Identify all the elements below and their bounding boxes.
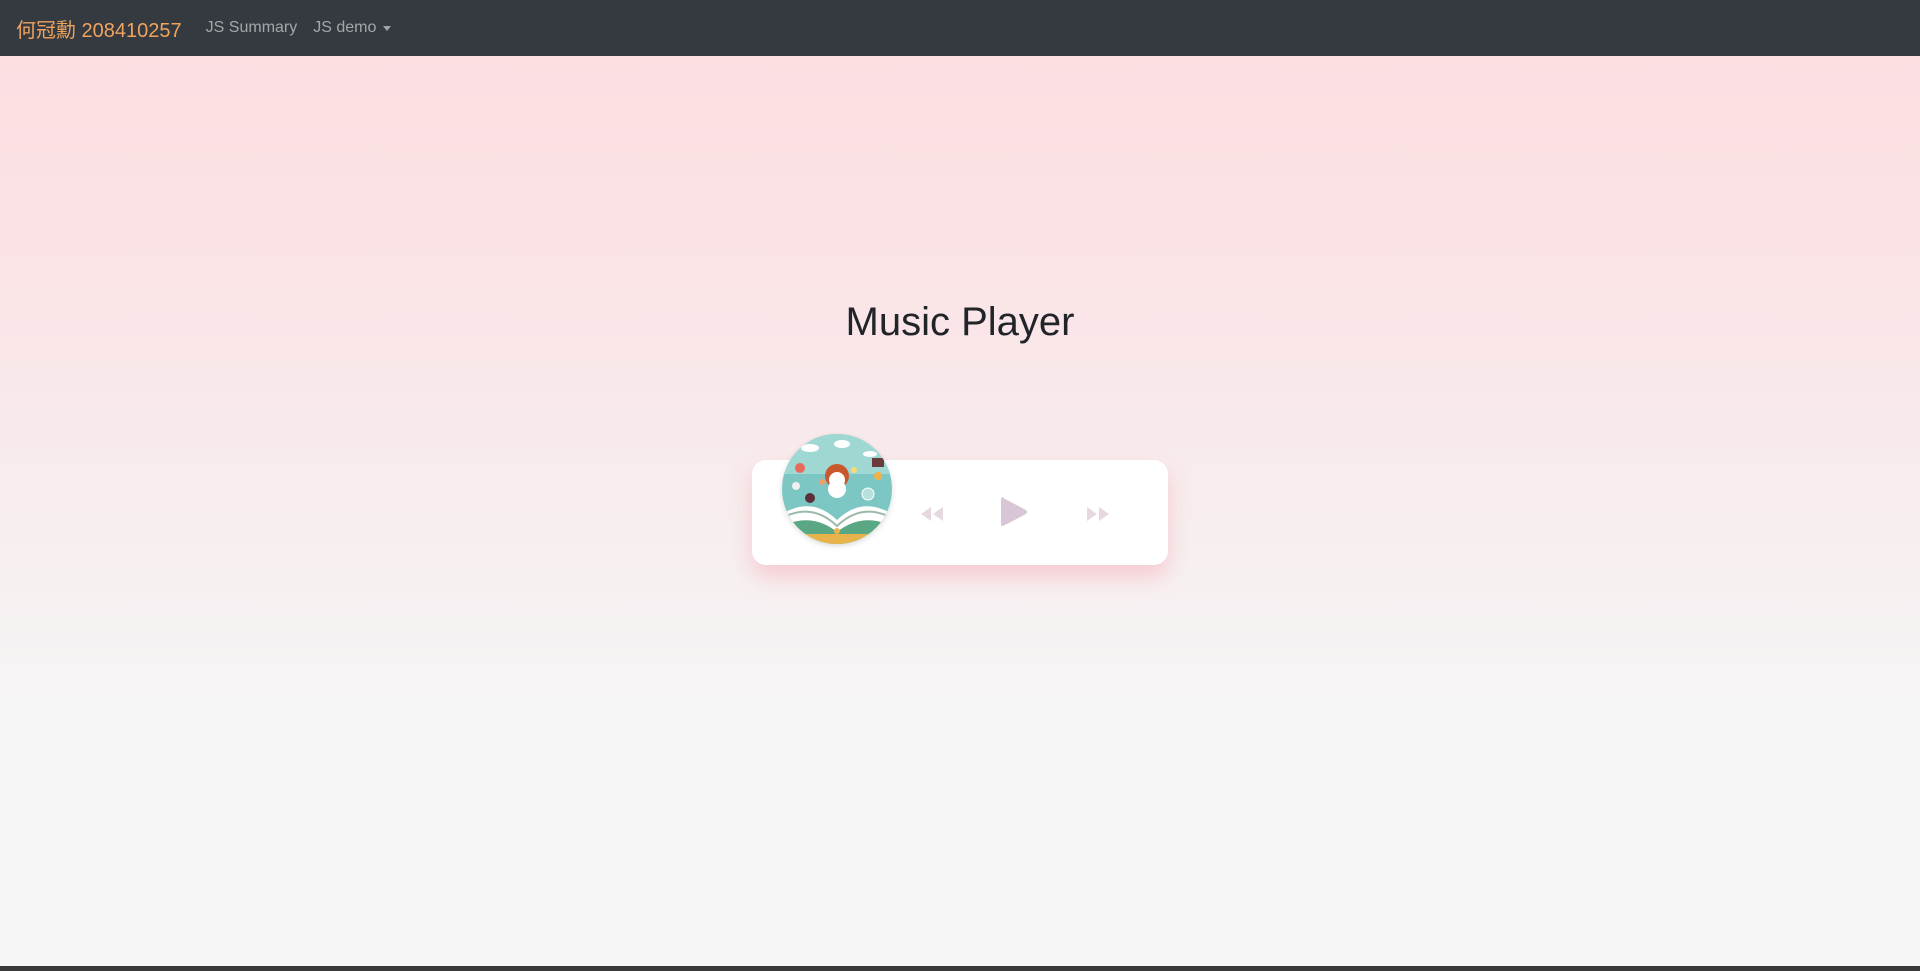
- album-cover-icon: [782, 434, 892, 544]
- play-icon: [1001, 497, 1027, 526]
- play-button[interactable]: [998, 494, 1030, 530]
- nav-dropdown-label: JS demo: [313, 19, 377, 36]
- forward-icon: [1087, 507, 1109, 521]
- caret-down-icon: [383, 25, 392, 31]
- previous-track-button[interactable]: [918, 500, 946, 528]
- backward-icon: [921, 507, 943, 521]
- next-track-button[interactable]: [1084, 500, 1112, 528]
- nav-dropdown-js-demo[interactable]: JS demo: [313, 19, 392, 37]
- bottom-edge-strip: [0, 966, 1920, 971]
- brand-link[interactable]: 何冠勳 208410257: [16, 14, 182, 43]
- page-title: Music Player: [845, 300, 1075, 344]
- nav-link-js-summary[interactable]: JS Summary: [206, 19, 298, 37]
- top-navbar: 何冠勳 208410257 JS Summary JS demo: [0, 0, 1920, 56]
